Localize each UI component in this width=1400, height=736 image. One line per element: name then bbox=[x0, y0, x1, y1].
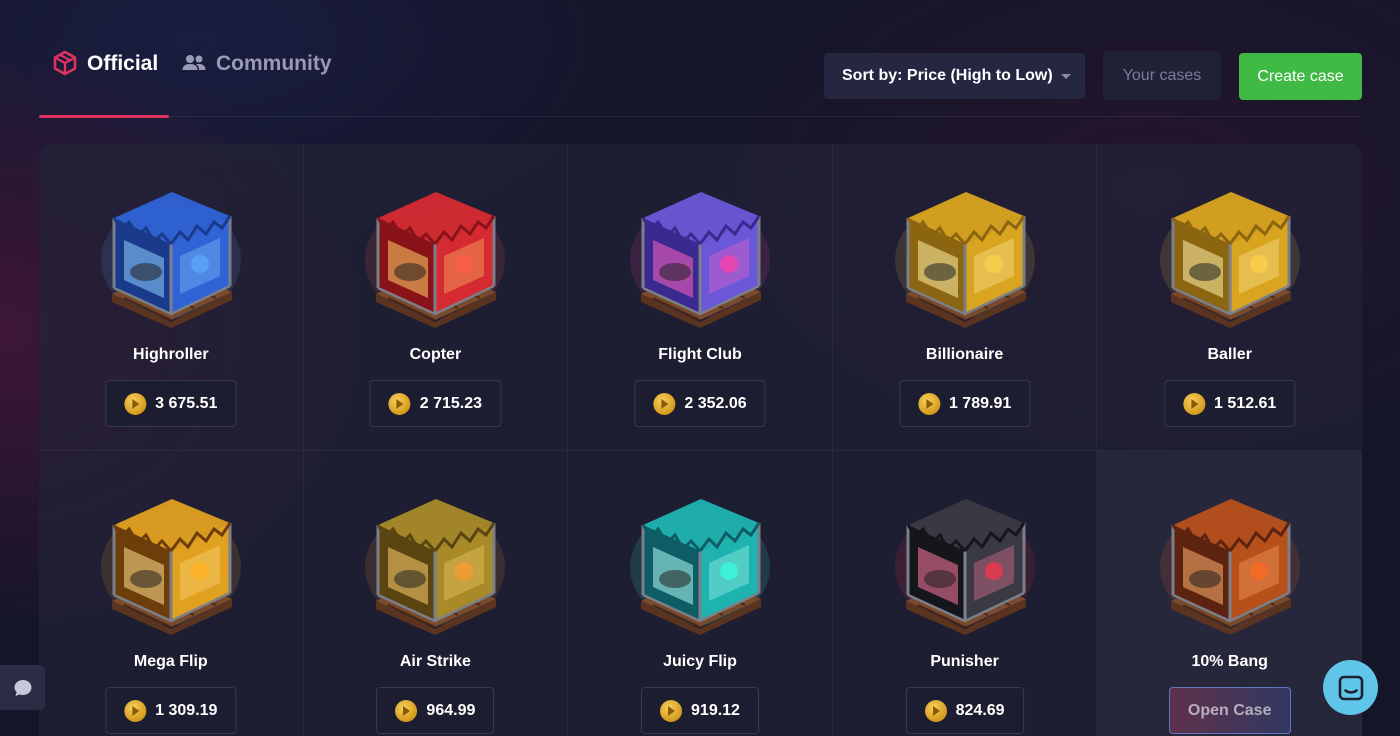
case-price-value: 964.99 bbox=[426, 701, 476, 719]
coin-icon bbox=[124, 699, 147, 722]
case-crate-image bbox=[629, 499, 770, 635]
tab-official[interactable]: Official bbox=[39, 50, 169, 118]
case-crate-image bbox=[365, 192, 506, 328]
case-price-value: 919.12 bbox=[691, 701, 740, 719]
case-crate-image bbox=[1159, 499, 1300, 635]
coin-icon bbox=[395, 699, 418, 722]
case-name: Flight Club bbox=[658, 346, 742, 363]
case-price-value: 1 789.91 bbox=[948, 394, 1012, 412]
case-name: Billionaire bbox=[925, 346, 1004, 363]
case-crate-image bbox=[100, 499, 241, 635]
case-card[interactable]: Highroller 3 675.51 bbox=[39, 144, 304, 451]
case-price: 1 309.19 bbox=[105, 687, 237, 734]
case-price: 919.12 bbox=[641, 687, 759, 734]
case-card[interactable]: Juicy Flip 919.12 bbox=[568, 451, 833, 736]
case-price-value: 1 512.61 bbox=[1214, 394, 1277, 412]
case-price-value: 2 352.06 bbox=[684, 394, 747, 412]
case-price-value: 824.69 bbox=[955, 701, 1005, 719]
open-case-button[interactable]: Open Case bbox=[1168, 687, 1291, 734]
coin-icon bbox=[924, 699, 947, 722]
case-crate-image bbox=[365, 499, 506, 635]
case-card[interactable]: Mega Flip 1 309.19 bbox=[39, 451, 304, 736]
case-card[interactable]: Punisher 824.69 bbox=[833, 451, 1098, 736]
chat-toggle-button[interactable] bbox=[0, 665, 45, 710]
sort-dropdown[interactable]: Sort by: Price (High to Low) bbox=[824, 53, 1085, 99]
case-crate-image bbox=[1159, 192, 1300, 328]
case-price: 964.99 bbox=[376, 687, 495, 734]
tab-community[interactable]: Community bbox=[181, 52, 332, 116]
case-name: Copter bbox=[409, 346, 462, 363]
case-price: 824.69 bbox=[905, 687, 1024, 734]
case-grid: Highroller 3 675.51 Copter 2 715.23 Flig… bbox=[39, 144, 1362, 736]
coin-icon bbox=[1183, 392, 1206, 415]
case-crate-image bbox=[894, 192, 1035, 328]
coin-icon bbox=[124, 392, 147, 415]
chat-bubble-icon bbox=[14, 679, 31, 696]
case-name: Air Strike bbox=[399, 653, 471, 670]
case-card[interactable]: 10% Bang Open Case bbox=[1097, 451, 1362, 736]
messenger-icon bbox=[1338, 675, 1363, 700]
case-card[interactable]: Air Strike 964.99 bbox=[304, 451, 569, 736]
case-price: 3 675.51 bbox=[105, 380, 237, 427]
case-name: Punisher bbox=[930, 653, 999, 670]
support-chat-button[interactable] bbox=[1323, 660, 1378, 715]
case-price: 1 789.91 bbox=[898, 380, 1031, 427]
case-crate-image bbox=[100, 192, 241, 328]
your-cases-button[interactable]: Your cases bbox=[1103, 51, 1221, 100]
case-price-value: 1 309.19 bbox=[155, 701, 218, 719]
case-card[interactable]: Billionaire 1 789.91 bbox=[832, 144, 1098, 451]
caret-down-icon bbox=[1061, 74, 1071, 79]
case-price: 2 715.23 bbox=[369, 380, 502, 427]
tab-official-label: Official bbox=[87, 52, 159, 75]
case-price: 1 512.61 bbox=[1164, 380, 1296, 427]
coin-icon bbox=[653, 392, 676, 415]
header: Official Community Sort by: Price (High … bbox=[39, 0, 1362, 118]
tab-community-label: Community bbox=[216, 52, 332, 75]
case-card[interactable]: Copter 2 715.23 bbox=[303, 144, 569, 451]
case-card[interactable]: Flight Club 2 352.06 bbox=[568, 144, 833, 451]
coin-icon bbox=[917, 392, 940, 415]
case-name: Highroller bbox=[133, 346, 209, 363]
case-crate-image bbox=[629, 192, 770, 328]
case-name: Mega Flip bbox=[133, 653, 208, 670]
coin-icon bbox=[660, 699, 683, 722]
case-crate-image bbox=[894, 499, 1035, 635]
coin-icon bbox=[388, 392, 411, 415]
create-case-button[interactable]: Create case bbox=[1239, 53, 1362, 100]
case-name: 10% Bang bbox=[1191, 653, 1268, 670]
cube-icon bbox=[53, 50, 77, 76]
case-price-value: 3 675.51 bbox=[155, 394, 218, 412]
case-price-value: 2 715.23 bbox=[419, 394, 483, 412]
case-card[interactable]: Baller 1 512.61 bbox=[1097, 144, 1362, 451]
case-price: 2 352.06 bbox=[634, 380, 766, 427]
people-icon bbox=[182, 55, 206, 70]
sort-label: Sort by: Price (High to Low) bbox=[842, 67, 1053, 84]
case-name: Baller bbox=[1207, 346, 1252, 363]
case-name: Juicy Flip bbox=[663, 653, 737, 670]
